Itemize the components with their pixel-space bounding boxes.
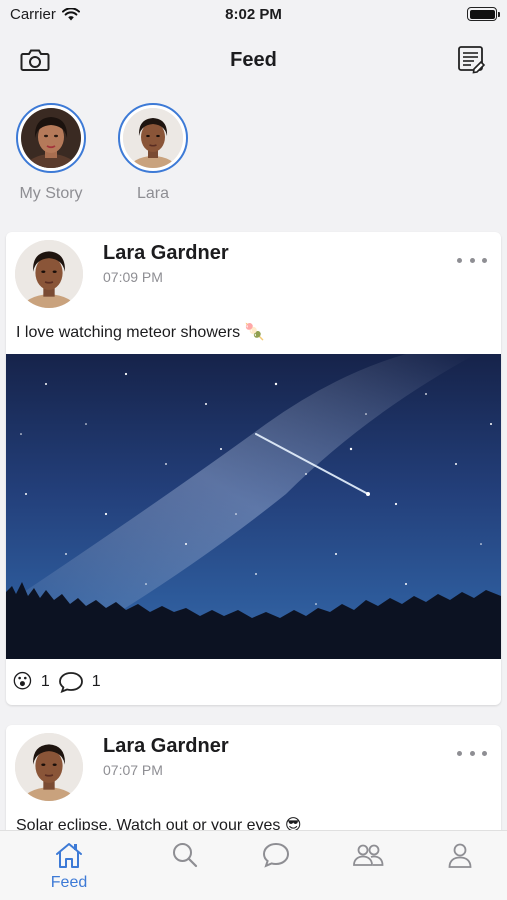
compose-button[interactable] xyxy=(455,43,489,77)
compose-icon xyxy=(458,46,486,74)
more-dot xyxy=(482,257,487,263)
tab-friends[interactable] xyxy=(338,841,398,874)
more-dot xyxy=(469,257,475,263)
story-lara[interactable]: Lara xyxy=(108,103,198,203)
tab-search[interactable] xyxy=(155,841,215,874)
tab-profile[interactable] xyxy=(430,841,490,874)
story-avatar xyxy=(16,103,86,173)
avatar xyxy=(21,108,81,168)
tab-chat[interactable] xyxy=(246,841,306,874)
story-label: Lara xyxy=(136,185,170,202)
reactions-bar: 😮 1 1 xyxy=(6,659,501,704)
post-text: I love watching meteor showers 🍡 xyxy=(16,324,265,341)
battery-icon xyxy=(467,7,500,21)
story-my-story[interactable]: My Story xyxy=(6,103,96,203)
more-dot xyxy=(457,257,462,263)
post-author[interactable]: Lara Gardner xyxy=(103,242,229,265)
tab-feed[interactable]: Feed xyxy=(39,841,99,892)
friends-icon xyxy=(353,844,384,866)
post-author[interactable]: Lara Gardner xyxy=(103,735,229,758)
status-bar: Carrier 8:02 PM xyxy=(0,0,507,28)
comment-icon[interactable] xyxy=(58,671,84,693)
page-title: Feed xyxy=(230,48,277,71)
post-avatar[interactable] xyxy=(15,733,83,801)
story-avatar xyxy=(118,103,188,173)
tab-label: Feed xyxy=(50,874,88,891)
tab-bar: Feed xyxy=(0,830,507,900)
camera-button[interactable] xyxy=(18,43,52,77)
avatar xyxy=(15,240,83,308)
more-dot xyxy=(469,750,475,756)
more-options-button[interactable] xyxy=(457,743,487,763)
post-card: Lara Gardner 07:09 PM I love watching me… xyxy=(6,232,501,705)
post-header: Lara Gardner 07:09 PM xyxy=(6,232,501,324)
avatar xyxy=(15,733,83,801)
nav-bar: Feed xyxy=(0,40,507,80)
post-avatar[interactable] xyxy=(15,240,83,308)
more-dot xyxy=(482,750,487,756)
more-options-button[interactable] xyxy=(457,250,487,270)
more-dot xyxy=(457,750,462,756)
search-icon xyxy=(173,843,198,868)
status-time: 8:02 PM xyxy=(225,5,282,23)
story-label: My Story xyxy=(19,185,83,202)
avatar xyxy=(123,108,183,168)
post-timestamp: 07:09 PM xyxy=(103,269,163,285)
home-icon xyxy=(56,843,82,868)
post-timestamp: 07:07 PM xyxy=(103,762,163,778)
camera-icon xyxy=(20,49,50,71)
chat-icon xyxy=(262,842,290,868)
reaction-count: 1 xyxy=(40,672,50,690)
profile-icon xyxy=(448,843,472,868)
comment-count: 1 xyxy=(91,672,101,690)
stories-row: My Story Lara xyxy=(0,103,507,207)
post-header: Lara Gardner 07:07 PM xyxy=(6,725,501,817)
reaction-emoji[interactable]: 😮 xyxy=(12,669,33,694)
night-sky-meteor-image[interactable] xyxy=(6,354,501,659)
